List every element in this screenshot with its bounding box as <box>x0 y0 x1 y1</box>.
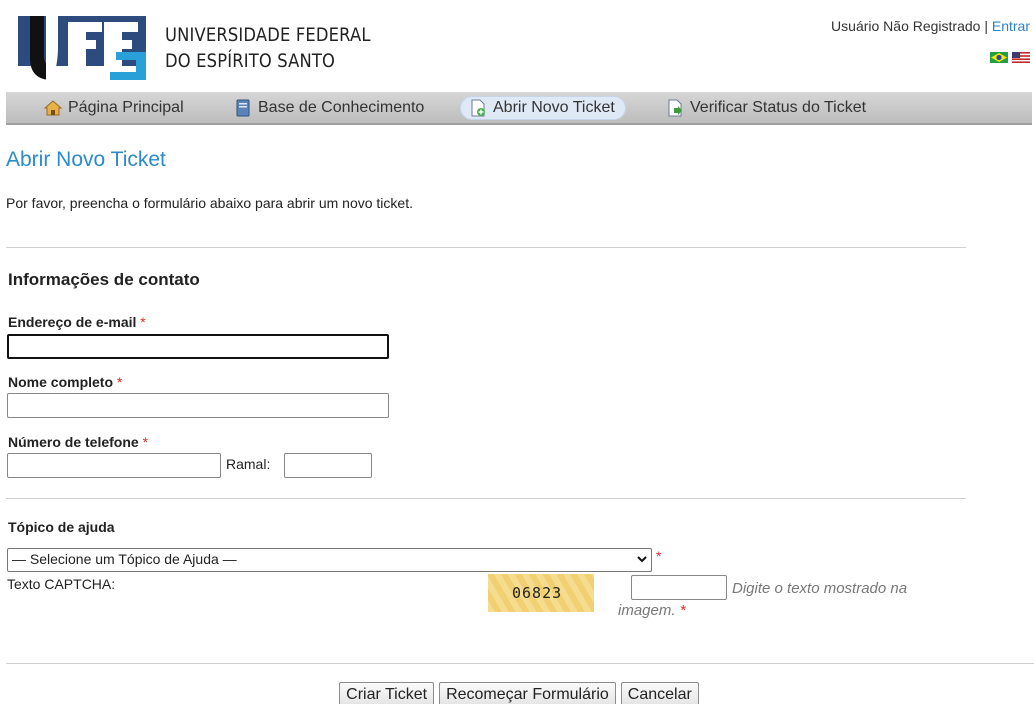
extension-field[interactable] <box>284 453 372 478</box>
captcha-hint-text: Digite o texto mostrado na imagem. <box>618 580 908 619</box>
nav-item-home[interactable]: Página Principal <box>36 96 194 120</box>
help-topic-title: Tópico de ajuda <box>8 519 115 535</box>
email-label: Endereço de e-mail * <box>8 314 146 330</box>
phone-label-text: Número de telefone <box>8 434 139 450</box>
email-field[interactable] <box>7 334 389 359</box>
create-ticket-button[interactable]: Criar Ticket <box>339 682 435 704</box>
university-name: UNIVERSIDADE FEDERAL DO ESPÍRITO SANTO <box>165 22 371 74</box>
required-mark: * <box>679 602 686 619</box>
contact-section-title: Informações de contato <box>8 270 200 289</box>
nav-item-label: Verificar Status do Ticket <box>690 99 867 116</box>
nav-item-label: Página Principal <box>68 99 184 116</box>
email-label-text: Endereço de e-mail <box>8 314 137 330</box>
phone-field[interactable] <box>7 453 221 478</box>
user-status: Usuário Não Registrado <box>831 18 981 34</box>
divider <box>6 663 1034 664</box>
divider <box>6 498 966 499</box>
chevron-down-icon <box>637 550 647 571</box>
nav-item-check-status[interactable]: Verificar Status do Ticket <box>658 96 876 120</box>
help-topic-select[interactable]: — Selecione um Tópico de Ajuda — <box>7 548 652 572</box>
required-mark: * <box>656 548 662 564</box>
phone-label: Número de telefone * <box>8 434 148 450</box>
help-topic-selected: — Selecione um Tópico de Ajuda — <box>12 551 237 567</box>
university-name-line1: UNIVERSIDADE FEDERAL <box>165 24 371 46</box>
usa-flag-icon[interactable] <box>1012 52 1030 63</box>
extension-label: Ramal: <box>226 456 271 472</box>
required-mark: * <box>140 314 146 330</box>
captcha-hint: Digite o texto mostrado na imagem. * <box>618 578 938 622</box>
new-ticket-icon <box>471 99 485 117</box>
form-buttons: Criar Ticket Recomeçar Formulário Cancel… <box>0 682 1034 704</box>
captcha-code: 06823 <box>512 584 563 602</box>
captcha-label: Texto CAPTCHA: <box>7 576 116 592</box>
language-flags <box>990 52 1030 63</box>
home-icon <box>44 100 62 116</box>
book-icon <box>236 99 250 117</box>
nav-item-label: Abrir Novo Ticket <box>493 99 615 116</box>
check-status-icon <box>668 99 682 117</box>
name-label-text: Nome completo <box>8 374 114 390</box>
name-label: Nome completo * <box>8 374 122 390</box>
required-mark: * <box>142 434 149 450</box>
user-separator: | <box>984 18 988 34</box>
page-title: Abrir Novo Ticket <box>6 148 166 171</box>
required-mark: * <box>116 374 123 390</box>
brazil-flag-icon[interactable] <box>990 52 1008 63</box>
login-link[interactable]: Entrar <box>992 18 1030 34</box>
nav-item-label: Base de Conhecimento <box>258 99 425 116</box>
full-name-field[interactable] <box>7 393 389 418</box>
intro-text: Por favor, preencha o formulário abaixo … <box>6 195 413 211</box>
nav-item-new-ticket[interactable]: Abrir Novo Ticket <box>460 96 626 120</box>
reset-form-button[interactable]: Recomeçar Formulário <box>439 682 616 704</box>
ufes-logo[interactable] <box>16 12 148 82</box>
main-nav: Página Principal Base de Conhecimento Ab… <box>6 92 1032 125</box>
university-name-line2: DO ESPÍRITO SANTO <box>165 50 336 72</box>
user-area: Usuário Não Registrado | Entrar <box>831 18 1030 34</box>
divider <box>6 247 966 248</box>
captcha-image: 06823 <box>488 574 594 612</box>
nav-item-knowledgebase[interactable]: Base de Conhecimento <box>226 96 434 120</box>
cancel-button[interactable]: Cancelar <box>620 682 699 704</box>
